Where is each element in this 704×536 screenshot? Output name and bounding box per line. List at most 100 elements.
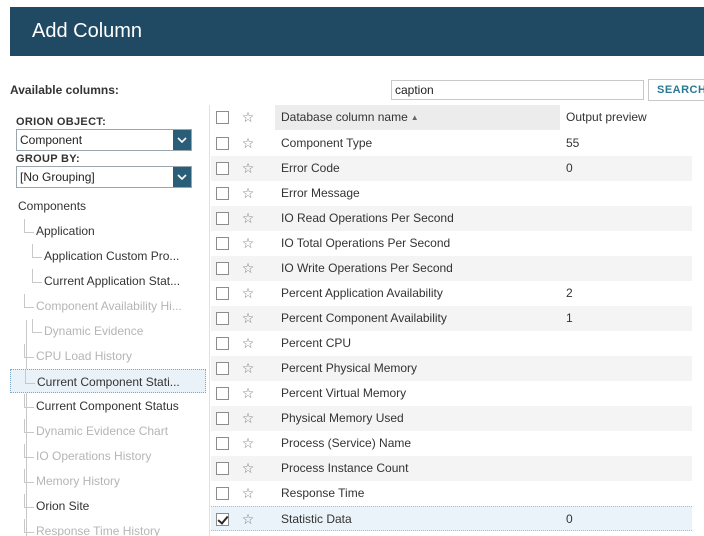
row-checkbox[interactable] (216, 337, 229, 350)
tree-connector (24, 344, 34, 358)
table-row[interactable]: ☆ IO Write Operations Per Second (211, 256, 692, 281)
row-checkbox[interactable] (216, 437, 229, 450)
dialog-title: Add Column (32, 20, 143, 42)
orion-object-select[interactable]: Component (16, 129, 192, 151)
star-icon[interactable]: ☆ (240, 231, 256, 256)
table-row[interactable]: ☆ Physical Memory Used (211, 406, 692, 431)
row-checkbox[interactable] (216, 513, 229, 526)
tree-item-label: Response Time History (36, 524, 161, 536)
group-by-select[interactable]: [No Grouping] (16, 166, 192, 188)
row-checkbox[interactable] (216, 487, 229, 500)
column-name-cell: Physical Memory Used (281, 411, 404, 425)
star-icon[interactable]: ☆ (240, 281, 256, 306)
tree-item-label: IO Operations History (36, 449, 152, 463)
row-checkbox[interactable] (216, 462, 229, 475)
table-row[interactable]: ☆ Percent Virtual Memory (211, 381, 692, 406)
tree-item[interactable]: Component Availability Hi... (10, 294, 206, 318)
table-row[interactable]: ☆ Component Type 55 (211, 131, 692, 156)
tree-connector (24, 519, 34, 533)
column-name-cell: IO Total Operations Per Second (281, 236, 451, 250)
tree-connector (32, 319, 42, 333)
tree-item[interactable]: IO Operations History (10, 444, 206, 468)
tree-item[interactable]: Current Component Status (10, 394, 206, 418)
star-icon[interactable]: ☆ (240, 156, 256, 181)
row-checkbox[interactable] (216, 262, 229, 275)
tree-item-label: Current Application Stat... (44, 274, 181, 288)
tree-connector (24, 294, 34, 308)
row-checkbox[interactable] (216, 387, 229, 400)
star-icon[interactable]: ☆ (240, 431, 256, 456)
table-row[interactable]: ☆ Process (Service) Name (211, 431, 692, 456)
select-all-checkbox[interactable] (216, 111, 229, 124)
table-row[interactable]: ☆ Percent CPU (211, 331, 692, 356)
row-checkbox[interactable] (216, 287, 229, 300)
table-row[interactable]: ☆ Percent Component Availability 1 (211, 306, 692, 331)
row-checkbox[interactable] (216, 137, 229, 150)
star-icon[interactable]: ☆ (240, 206, 256, 231)
column-name-cell: Percent Physical Memory (281, 361, 418, 375)
tree-item-label: Current Component Status (36, 399, 179, 413)
star-icon[interactable]: ☆ (240, 481, 256, 506)
tree-item[interactable]: Response Time History (10, 519, 206, 536)
row-checkbox[interactable] (216, 312, 229, 325)
tree-connector (24, 219, 34, 233)
table-row[interactable]: ☆ Error Code 0 (211, 156, 692, 181)
table-row[interactable]: ☆ Percent Application Availability 2 (211, 281, 692, 306)
tree-item[interactable]: Memory History (10, 469, 206, 493)
table-row[interactable]: ☆ Response Time (211, 481, 692, 506)
column-name-cell: Statistic Data (281, 512, 352, 526)
tree-connector (24, 419, 34, 433)
table-row[interactable]: ☆ IO Total Operations Per Second (211, 231, 692, 256)
tree-item[interactable]: Application Custom Pro... (10, 244, 206, 268)
search-input[interactable] (391, 80, 644, 100)
star-icon[interactable]: ☆ (240, 306, 256, 331)
row-checkbox[interactable] (216, 212, 229, 225)
star-icon[interactable]: ☆ (240, 356, 256, 381)
tree-item-label: Component Availability Hi... (36, 299, 182, 313)
tree-connector (32, 244, 42, 258)
tree-item[interactable]: Current Component Stati... (10, 369, 206, 393)
table-row[interactable]: ☆ Statistic Data 0 (211, 506, 692, 531)
star-icon[interactable]: ☆ (240, 381, 256, 406)
tree-connector (24, 394, 34, 408)
table-row[interactable]: ☆ Percent Physical Memory (211, 356, 692, 381)
column-header-name[interactable]: Database column name ▲ (275, 105, 560, 130)
row-checkbox[interactable] (216, 187, 229, 200)
column-name-cell: IO Read Operations Per Second (281, 211, 454, 225)
column-name-cell: Percent Virtual Memory (281, 386, 407, 400)
output-preview-cell: 55 (566, 136, 580, 150)
tree-item[interactable]: Orion Site (10, 494, 206, 518)
chevron-down-icon (173, 130, 191, 150)
output-preview-cell: 0 (566, 161, 573, 175)
tree-item[interactable]: Application (10, 219, 206, 243)
star-icon[interactable]: ☆ (240, 406, 256, 431)
column-name-cell: Error Code (281, 161, 340, 175)
tree-item[interactable]: CPU Load History (10, 344, 206, 368)
star-icon[interactable]: ☆ (240, 456, 256, 481)
column-name-cell: Percent Application Availability (281, 286, 443, 300)
left-panel: ORION OBJECT: Component GROUP BY: [No Gr… (10, 105, 210, 536)
tree-connector (32, 269, 42, 283)
row-checkbox[interactable] (216, 362, 229, 375)
star-icon[interactable]: ☆ (240, 507, 256, 532)
tree-item-label: Components (18, 199, 87, 213)
tree-item-label: Dynamic Evidence (44, 324, 144, 338)
table-row[interactable]: ☆ Process Instance Count (211, 456, 692, 481)
tree-item[interactable]: Dynamic Evidence Chart (10, 419, 206, 443)
star-icon[interactable]: ☆ (240, 131, 256, 156)
columns-grid: ☆ Database column name ▲ Output preview ☆… (211, 105, 692, 536)
row-checkbox[interactable] (216, 412, 229, 425)
table-row[interactable]: ☆ IO Read Operations Per Second (211, 206, 692, 231)
search-button[interactable]: SEARCH (648, 79, 704, 101)
row-checkbox[interactable] (216, 162, 229, 175)
column-name-cell: Percent Component Availability (281, 311, 447, 325)
tree-item[interactable]: Components (10, 194, 206, 218)
star-icon[interactable]: ☆ (240, 256, 256, 281)
star-icon[interactable]: ☆ (240, 331, 256, 356)
table-row[interactable]: ☆ Error Message (211, 181, 692, 206)
tree-item[interactable]: Dynamic Evidence (10, 319, 206, 343)
row-checkbox[interactable] (216, 237, 229, 250)
tree-item[interactable]: Current Application Stat... (10, 269, 206, 293)
star-icon[interactable]: ☆ (240, 181, 256, 206)
tree-connector (24, 494, 34, 508)
